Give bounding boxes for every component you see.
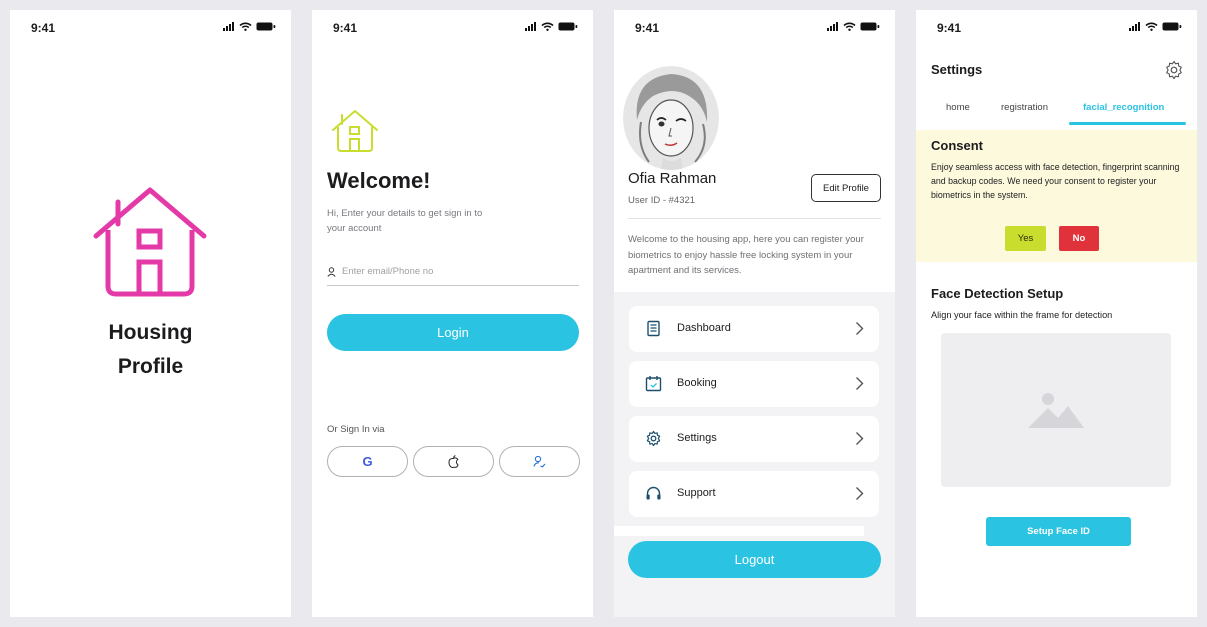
settings-screen: 9:41 Settings home registration facial_r…	[916, 10, 1197, 617]
menu-item-support[interactable]: Support	[629, 471, 879, 517]
tab-bar: home registration facial_recognition	[916, 94, 1197, 126]
google-signin-button[interactable]: G	[327, 446, 408, 477]
google-icon: G	[362, 454, 373, 469]
app-title-line2: Profile	[117, 355, 184, 378]
calendar-icon	[645, 376, 662, 392]
consent-panel: Consent Enjoy seamless access with face …	[916, 130, 1197, 262]
email-input[interactable]	[342, 266, 562, 277]
user-id: User ID - #4321	[628, 195, 696, 206]
menu-item-settings[interactable]: Settings	[629, 416, 879, 462]
tab-registration[interactable]: registration	[1001, 102, 1048, 113]
welcome-subtitle: Hi, Enter your details to get sign in to…	[327, 208, 483, 234]
battery-icon	[860, 22, 880, 31]
battery-icon	[1162, 22, 1182, 31]
splash-screen: 9:41 Housing Profile	[10, 10, 291, 617]
chevron-right-icon	[856, 432, 864, 445]
signal-icon	[525, 22, 536, 31]
status-bar: 9:41	[614, 10, 895, 44]
menu-label: Settings	[677, 432, 717, 444]
signin-via-label: Or Sign In via	[327, 424, 385, 435]
headset-icon	[646, 486, 661, 500]
wifi-icon	[843, 22, 856, 31]
image-placeholder-icon	[1028, 393, 1084, 428]
user-sign-icon	[533, 455, 546, 468]
consent-text: Enjoy seamless access with face detectio…	[931, 162, 1180, 200]
dashboard-icon	[647, 320, 660, 337]
setup-face-id-button[interactable]: Setup Face ID	[986, 517, 1131, 546]
status-time: 9:41	[937, 21, 962, 35]
active-tab-indicator	[1069, 122, 1186, 125]
wifi-icon	[541, 22, 554, 31]
login-button[interactable]: Login	[327, 314, 579, 351]
gear-icon[interactable]	[1164, 60, 1184, 80]
face-setup-title: Face Detection Setup	[931, 286, 1064, 301]
house-icon	[93, 187, 207, 297]
avatar[interactable]	[623, 66, 719, 170]
status-time: 9:41	[333, 21, 358, 35]
apple-signin-button[interactable]	[413, 446, 494, 477]
status-time: 9:41	[635, 21, 660, 35]
login-screen: 9:41 Welcome! Hi, Enter your details to …	[312, 10, 593, 617]
user-name: Ofia Rahman	[628, 170, 717, 187]
chevron-right-icon	[856, 377, 864, 390]
profile-description: Welcome to the housing app, here you can…	[628, 234, 864, 276]
signal-icon	[827, 22, 838, 31]
profile-screen: 9:41 Ofia Rahman User ID - #4321 Edit Pr…	[614, 10, 895, 617]
menu-label: Booking	[677, 377, 717, 389]
face-signin-button[interactable]	[499, 446, 580, 477]
face-frame	[941, 333, 1171, 487]
tab-facial-recognition[interactable]: facial_recognition	[1083, 102, 1164, 113]
menu-item-booking[interactable]: Booking	[629, 361, 879, 407]
social-login-row: G	[327, 446, 580, 477]
signal-icon	[223, 22, 234, 31]
wifi-icon	[239, 22, 252, 31]
battery-icon	[256, 22, 276, 31]
divider	[628, 218, 881, 219]
menu-item-dashboard[interactable]: Dashboard	[629, 306, 879, 352]
signal-icon	[1129, 22, 1140, 31]
status-bar: 9:41	[312, 10, 593, 44]
consent-yes-button[interactable]: Yes	[1005, 226, 1046, 251]
user-icon	[327, 266, 336, 277]
tab-home[interactable]: home	[946, 102, 970, 113]
chevron-right-icon	[856, 322, 864, 335]
edit-profile-button[interactable]: Edit Profile	[811, 174, 881, 202]
consent-title: Consent	[931, 138, 983, 153]
menu-bottom-strip	[614, 526, 864, 536]
page-title: Settings	[931, 62, 983, 77]
chevron-right-icon	[856, 487, 864, 500]
menu-label: Support	[677, 487, 716, 499]
battery-icon	[558, 22, 578, 31]
email-field[interactable]	[327, 258, 579, 286]
menu-label: Dashboard	[677, 322, 731, 334]
app-title: Housing Profile	[10, 316, 291, 384]
wifi-icon	[1145, 22, 1158, 31]
apple-icon	[448, 455, 459, 468]
house-icon	[332, 110, 378, 152]
status-time: 9:41	[31, 21, 56, 35]
logout-button[interactable]: Logout	[628, 541, 881, 578]
status-bar: 9:41	[916, 10, 1197, 44]
status-bar: 9:41	[10, 10, 291, 44]
face-setup-subtitle: Align your face within the frame for det…	[931, 310, 1113, 320]
app-title-line1: Housing	[108, 321, 193, 344]
consent-no-button[interactable]: No	[1059, 226, 1099, 251]
welcome-title: Welcome!	[327, 168, 431, 193]
gear-icon	[646, 430, 661, 447]
